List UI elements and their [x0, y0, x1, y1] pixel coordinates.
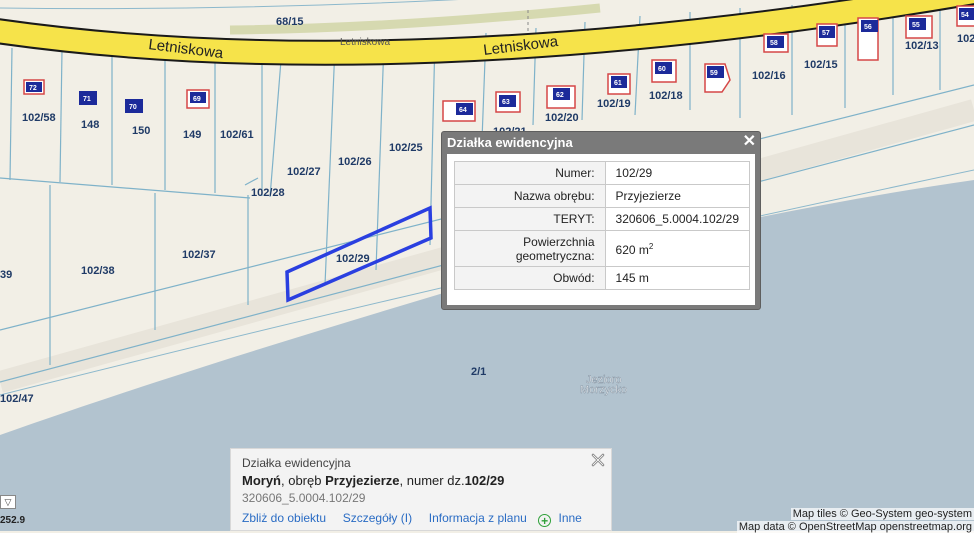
- svg-text:58: 58: [770, 40, 778, 47]
- parcel-popup: Działka ewidencyjna ✕ Numer: 102/29 Nazw…: [441, 131, 761, 310]
- plus-circle-icon[interactable]: +: [538, 514, 552, 527]
- building-54: 54: [956, 5, 974, 27]
- svg-text:63: 63: [502, 99, 510, 106]
- svg-text:72: 72: [29, 85, 37, 92]
- svg-text:69: 69: [193, 96, 201, 103]
- attr-value-numer: 102/29: [604, 161, 751, 185]
- lake-label-line2: Morzycko: [580, 384, 627, 396]
- parcel-label: 102/37: [182, 249, 216, 261]
- attr-key-obwod: Obwód:: [454, 266, 606, 290]
- parcel-label: 102/27: [287, 166, 321, 178]
- svg-text:57: 57: [822, 30, 830, 37]
- building-64: 64: [442, 100, 476, 122]
- parcel-label: 102/26: [338, 156, 372, 168]
- attr-value-obreb: Przyjezierze: [604, 184, 751, 208]
- parcel-label: 102/47: [0, 393, 34, 405]
- attribution-tiles: Map tiles © Geo-System geo-system: [790, 508, 974, 520]
- attr-value-obwod: 145 m: [604, 266, 751, 290]
- parcel-label: 102/19: [597, 98, 631, 110]
- parcel-label: 148: [81, 119, 99, 131]
- attr-key-numer: Numer:: [454, 161, 606, 185]
- parcel-label-68-15: 68/15: [276, 16, 304, 28]
- details-link[interactable]: Szczegóły (I): [343, 511, 412, 525]
- building-70: 70: [125, 99, 143, 113]
- attribution-data: Map data © OpenStreetMap openstreetmap.o…: [736, 521, 974, 533]
- building-62: 62: [546, 85, 576, 109]
- table-row: TERYT: 320606_5.0004.102/29: [454, 207, 751, 231]
- svg-text:70: 70: [129, 104, 137, 111]
- attr-key-teryt: TERYT:: [454, 207, 606, 231]
- popup-body: Numer: 102/29 Nazwa obrębu: Przyjezierze…: [447, 154, 755, 305]
- parcel-label: 102/38: [81, 265, 115, 277]
- parcel-label: 102/20: [545, 112, 579, 124]
- building-56: 56: [857, 17, 879, 61]
- parcel-label: 150: [132, 125, 150, 137]
- popup-title: Działka ewidencyjna: [447, 135, 573, 150]
- area-value: 620 m: [615, 243, 649, 257]
- info-links: Zbliż do obiektu Szczegóły (I) Informacj…: [242, 511, 582, 527]
- building-69: 69: [186, 89, 210, 109]
- parcel-label: 102/25: [389, 142, 423, 154]
- info-summary: Moryń, obręb Przyjezierze, numer dz.102/…: [242, 473, 504, 488]
- svg-text:64: 64: [459, 107, 467, 114]
- info-numer: 102/29: [464, 473, 505, 488]
- svg-text:62: 62: [556, 92, 564, 99]
- parcel-label: 39: [0, 269, 12, 281]
- scale-value: 252.9: [0, 515, 26, 526]
- attr-value-teryt: 320606_5.0004.102/29: [604, 207, 751, 231]
- feature-info-panel: Działka ewidencyjna Moryń, obręb Przyjez…: [230, 448, 612, 531]
- road-label-letniskowa-2: Letniskowa: [340, 37, 390, 48]
- info-text-obreb: , obręb: [281, 473, 326, 488]
- table-row: Obwód: 145 m: [454, 266, 751, 290]
- attr-key-powierzchnia-line2: geometryczna:: [515, 248, 595, 263]
- table-row: Nazwa obrębu: Przyjezierze: [454, 184, 751, 208]
- scale-toggle-button[interactable]: ▽: [0, 495, 16, 509]
- table-row: Numer: 102/29: [454, 161, 751, 185]
- building-71: 71: [79, 91, 97, 105]
- attr-key-obreb: Nazwa obrębu:: [454, 184, 606, 208]
- building-58: 58: [763, 33, 789, 53]
- attr-key-powierzchnia: Powierzchnia geometryczna:: [454, 230, 606, 267]
- parcel-attributes-table: Numer: 102/29 Nazwa obrębu: Przyjezierze…: [454, 161, 751, 290]
- info-header: Działka ewidencyjna: [242, 456, 351, 470]
- svg-text:60: 60: [658, 66, 666, 73]
- zoom-to-object-link[interactable]: Zbliż do obiektu: [242, 511, 326, 525]
- svg-text:59: 59: [710, 70, 718, 77]
- parcel-label: 102/28: [251, 187, 285, 199]
- area-unit-sup: 2: [648, 242, 654, 251]
- info-close-icon[interactable]: [591, 453, 605, 471]
- parcel-label: 2/1: [471, 366, 486, 378]
- info-obreb: Przyjezierze: [325, 473, 400, 488]
- plan-info-link[interactable]: Informacja z planu: [429, 511, 527, 525]
- info-text-numer: , numer dz.: [399, 473, 465, 488]
- parcel-label: 102/61: [220, 129, 254, 141]
- info-teryt: 320606_5.0004.102/29: [242, 491, 366, 505]
- building-72: 72: [23, 79, 45, 95]
- building-57: 57: [816, 23, 838, 47]
- info-town: Moryń: [242, 473, 281, 488]
- attr-value-powierzchnia: 620 m2: [604, 230, 751, 267]
- attr-key-powierzchnia-line1: Powierzchnia: [523, 234, 595, 249]
- svg-text:56: 56: [864, 24, 872, 31]
- parcel-label-102-29: 102/29: [336, 253, 370, 265]
- parcel-label: 102/16: [752, 70, 786, 82]
- building-61: 61: [607, 73, 631, 95]
- building-60: 60: [651, 59, 677, 83]
- parcel-label: 102/18: [649, 90, 683, 102]
- parcel-label: 102: [957, 33, 974, 45]
- svg-text:54: 54: [961, 12, 969, 19]
- other-link[interactable]: Inne: [559, 511, 582, 525]
- table-row: Powierzchnia geometryczna: 620 m2: [454, 230, 751, 267]
- popup-close-button[interactable]: ✕: [743, 133, 756, 151]
- parcel-label: 102/58: [22, 112, 56, 124]
- svg-text:55: 55: [912, 22, 920, 29]
- parcel-label: 102/13: [905, 40, 939, 52]
- parcel-label: 149: [183, 129, 201, 141]
- svg-text:61: 61: [614, 80, 622, 87]
- parcel-label: 102/15: [804, 59, 838, 71]
- close-x-icon: [591, 453, 605, 467]
- svg-text:71: 71: [83, 96, 91, 103]
- building-55: 55: [905, 15, 933, 39]
- building-63: 63: [495, 91, 521, 113]
